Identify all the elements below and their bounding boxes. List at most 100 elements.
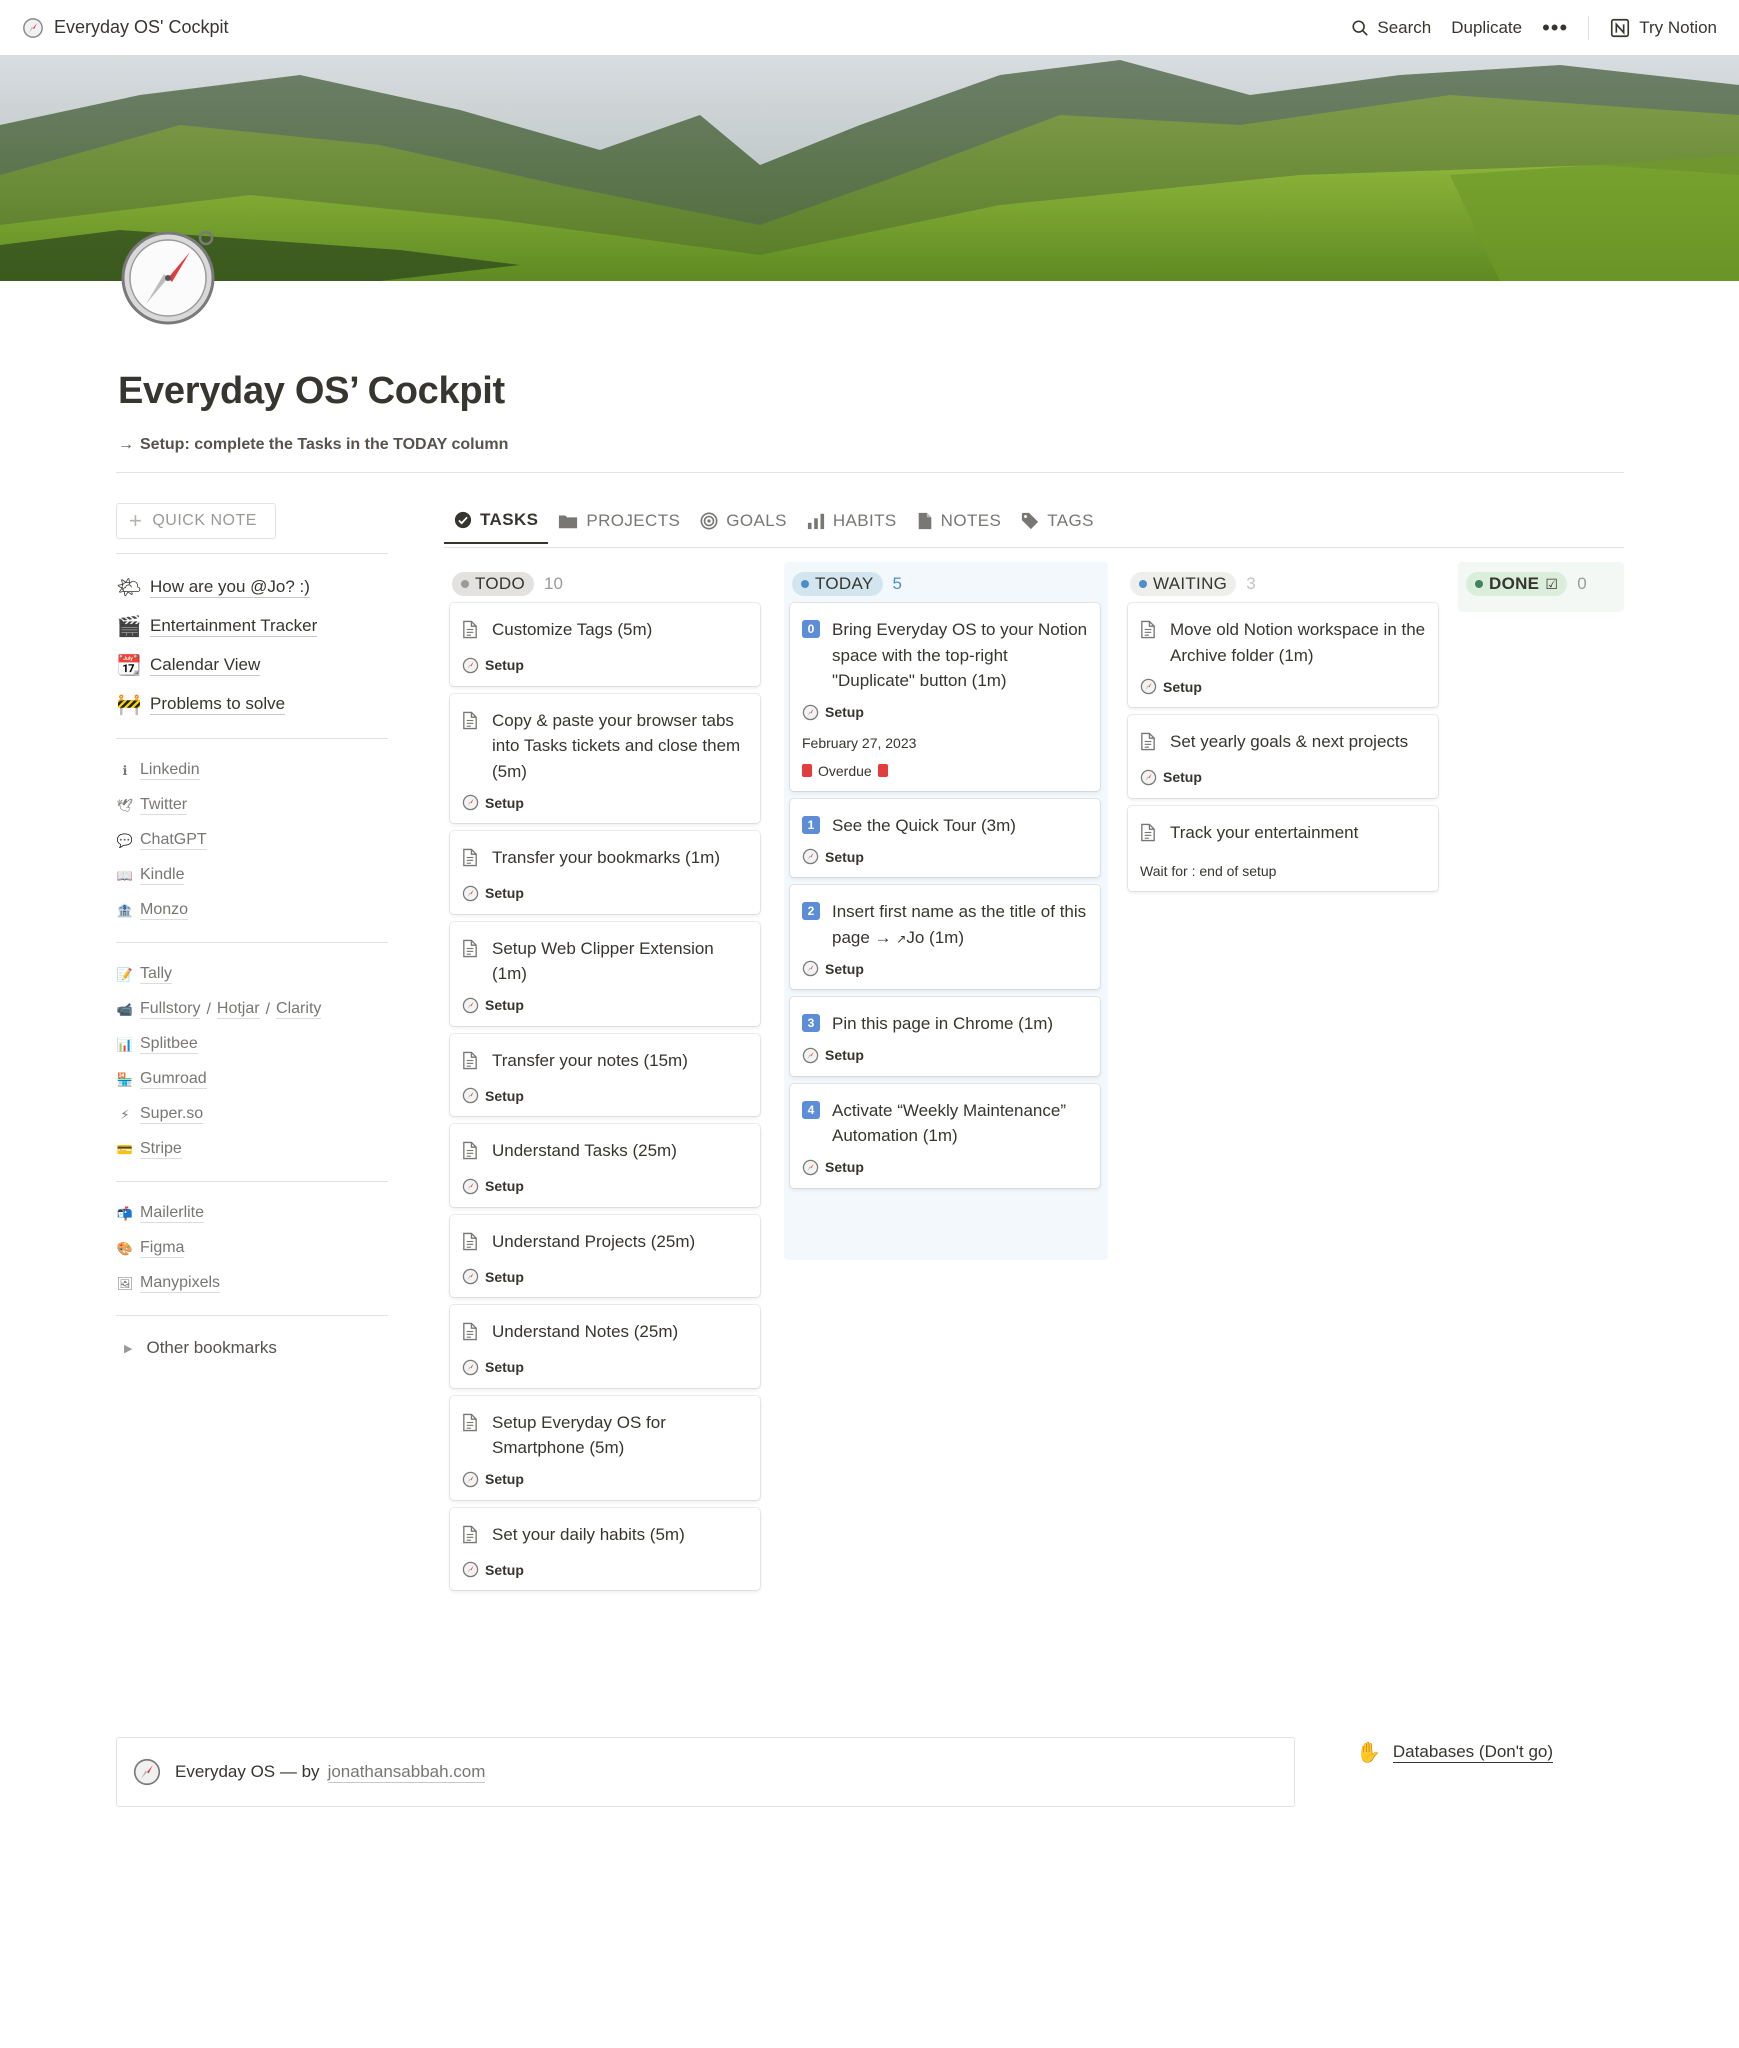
card-title: Set yearly goals & next projects — [1170, 732, 1409, 751]
try-notion-button[interactable]: Try Notion — [1609, 17, 1717, 39]
sidebar-link-calendar-view[interactable]: 📆 Calendar View — [116, 646, 388, 685]
link-label: Super.so — [140, 1105, 204, 1125]
document-icon — [462, 848, 480, 875]
task-card[interactable]: Customize Tags (5m) Setup — [450, 603, 760, 686]
task-card[interactable]: 1 See the Quick Tour (3m) Setup — [790, 798, 1100, 877]
tab-label: PROJECTS — [586, 511, 681, 530]
sidebar-link-figma[interactable]: 🎨 Figma — [116, 1231, 388, 1266]
link-label-hotjar[interactable]: Hotjar — [216, 1000, 260, 1020]
cover-image — [0, 55, 1739, 281]
search-icon — [1352, 19, 1369, 36]
quick-note-button[interactable]: + QUICK NOTE — [116, 503, 276, 539]
link-label: Twitter — [140, 796, 188, 816]
overdue-label: Overdue — [818, 762, 872, 779]
column-header[interactable]: DONE ☑ 0 — [1458, 565, 1624, 603]
link-label: Linkedin — [140, 761, 200, 781]
sidebar-link-linkedin[interactable]: ℹ Linkedin — [116, 753, 388, 788]
card-date: February 27, 2023 — [802, 734, 917, 751]
task-card[interactable]: Move old Notion workspace in the Archive… — [1128, 603, 1438, 707]
task-card[interactable]: Understand Tasks (25m) Setup — [450, 1124, 760, 1207]
task-card[interactable]: Setup Web Clipper Extension (1m) Setup — [450, 921, 760, 1026]
arrow-icon: → — [118, 436, 134, 453]
sidebar-link-splitbee[interactable]: 📊 Splitbee — [116, 1027, 388, 1062]
task-card[interactable]: Copy & paste your browser tabs into Task… — [450, 693, 760, 823]
page-mention[interactable]: ↗Jo — [896, 928, 924, 947]
link-label: Manypixels — [140, 1274, 221, 1294]
tab-tasks[interactable]: TASKS — [444, 510, 549, 544]
footer-link[interactable]: jonathansabbah.com — [327, 1762, 486, 1783]
tab-habits[interactable]: HABITS — [797, 510, 907, 544]
column-header[interactable]: WAITING 3 — [1122, 565, 1444, 603]
task-card[interactable]: Transfer your notes (15m) Setup — [450, 1033, 760, 1116]
tab-label: NOTES — [940, 511, 1002, 530]
sidebar-link-entertainment-tracker[interactable]: 🎬 Entertainment Tracker — [116, 607, 388, 646]
sidebar-link-problems-to-solve[interactable]: 🚧 Problems to solve — [116, 685, 388, 724]
video-camera-icon: 📹 — [116, 1001, 134, 1017]
search-button[interactable]: Search — [1351, 18, 1431, 38]
footer-callout: Everyday OS — by jonathansabbah.com — [116, 1737, 1295, 1807]
sidebar-link-tally[interactable]: 📝 Tally — [116, 957, 388, 992]
more-options-button[interactable]: ••• — [1542, 16, 1568, 39]
tab-goals[interactable]: GOALS — [690, 510, 797, 544]
column-count: 5 — [892, 574, 902, 593]
tab-projects[interactable]: PROJECTS — [548, 510, 690, 544]
link-label: How are you @Jo? :) — [150, 577, 310, 598]
page-compass-icon[interactable] — [120, 230, 216, 326]
card-title: Understand Projects (25m) — [492, 1231, 696, 1251]
topbar-divider — [1588, 15, 1590, 40]
task-card[interactable]: Setup Everyday OS for Smartphone (5m) Set… — [450, 1395, 760, 1500]
task-card[interactable]: 2 Insert first name as the title of this… — [790, 885, 1100, 989]
sidebar-link-super[interactable]: ⚡ Super.so — [116, 1097, 388, 1132]
card-tag: Setup — [485, 1178, 524, 1194]
sidebar-link-gumroad[interactable]: 🏪 Gumroad — [116, 1062, 388, 1097]
overdue-badge: Overdue — [802, 763, 1088, 779]
sidebar-link-how-are-you[interactable]: 🌤 How are you @Jo? :) — [116, 568, 388, 607]
document-icon — [462, 1232, 480, 1259]
separator-slash: / — [265, 1000, 271, 1018]
compass-icon — [462, 1268, 479, 1285]
sidebar-link-monzo[interactable]: 🏦 Monzo — [116, 893, 388, 928]
link-label: Monzo — [140, 901, 189, 921]
sidebar-link-fullstory[interactable]: 📹 Fullstory / Hotjar / Clarity — [116, 992, 388, 1027]
compass-icon — [462, 1178, 479, 1195]
card-tag: Setup — [485, 1268, 524, 1285]
databases-link[interactable]: ✋ Databases (Don't go) — [1356, 1740, 1554, 1765]
card-title-suffix: (1m) — [929, 927, 964, 947]
tab-notes[interactable]: NOTES — [907, 510, 1012, 544]
databases-label: Databases (Don't go) — [1392, 1742, 1554, 1763]
tab-tags[interactable]: TAGS — [1011, 510, 1104, 544]
view-tabs: TASKS PROJECTS GOALS HABITS NOTES TAGS — [444, 510, 1104, 544]
sidebar-link-mailerlite[interactable]: 📬 Mailerlite — [116, 1196, 388, 1231]
task-card[interactable]: Understand Projects (25m) Setup — [450, 1214, 760, 1297]
task-card[interactable]: Understand Notes (25m) Setup — [450, 1305, 760, 1388]
column-header[interactable]: TODAY 5 — [784, 565, 1106, 603]
sidebar-link-twitter[interactable]: 🕊 Twitter — [116, 788, 388, 823]
separator-slash: / — [206, 1000, 211, 1018]
card-title: See the Quick Tour (3m) — [832, 815, 1016, 835]
sidebar-link-manypixels[interactable]: 🖼 Manypixels — [116, 1266, 388, 1301]
other-bookmarks-toggle[interactable]: ▶ Other bookmarks — [116, 1330, 388, 1366]
card-tag: Setup — [485, 1087, 524, 1104]
board-column-today: TODAY 5 0 Bring Everyday OS to your Notio… — [784, 565, 1106, 1196]
status-badge-done: DONE ☑ — [1466, 572, 1568, 596]
breadcrumb[interactable]: Everyday OS' Cockpit — [22, 17, 229, 39]
sidebar-link-stripe[interactable]: 💳 Stripe — [116, 1132, 388, 1167]
sidebar-link-chatgpt[interactable]: 💬 ChatGPT — [116, 823, 388, 858]
task-card[interactable]: 0 Bring Everyday OS to your Notion space … — [790, 603, 1100, 791]
compass-icon — [133, 1758, 161, 1786]
task-card[interactable]: Track your entertainment Wait for : end … — [1128, 805, 1438, 891]
column-header[interactable]: TODO 10 — [444, 565, 766, 603]
task-card[interactable]: 3 Pin this page in Chrome (1m) Setup — [790, 997, 1100, 1076]
task-card[interactable]: Transfer your bookmarks (1m) Setup — [450, 831, 760, 914]
duplicate-button[interactable]: Duplicate — [1451, 18, 1522, 38]
card-title: Understand Tasks (25m) — [492, 1141, 677, 1160]
book-icon: 📖 — [116, 867, 134, 883]
task-card[interactable]: 4 Activate “Weekly Maintenance” Automatio… — [790, 1083, 1100, 1188]
link-label-fullstory[interactable]: Fullstory — [140, 1000, 201, 1020]
task-card[interactable]: Set your daily habits (5m) Setup — [450, 1507, 760, 1590]
link-label-clarity[interactable]: Clarity — [276, 1000, 322, 1020]
document-icon — [1140, 620, 1158, 668]
task-card[interactable]: Set yearly goals & next projects Setup — [1128, 715, 1438, 798]
sidebar-link-kindle[interactable]: 📖 Kindle — [116, 858, 388, 893]
card-title: Insert first name as the title of this p… — [832, 899, 1088, 950]
